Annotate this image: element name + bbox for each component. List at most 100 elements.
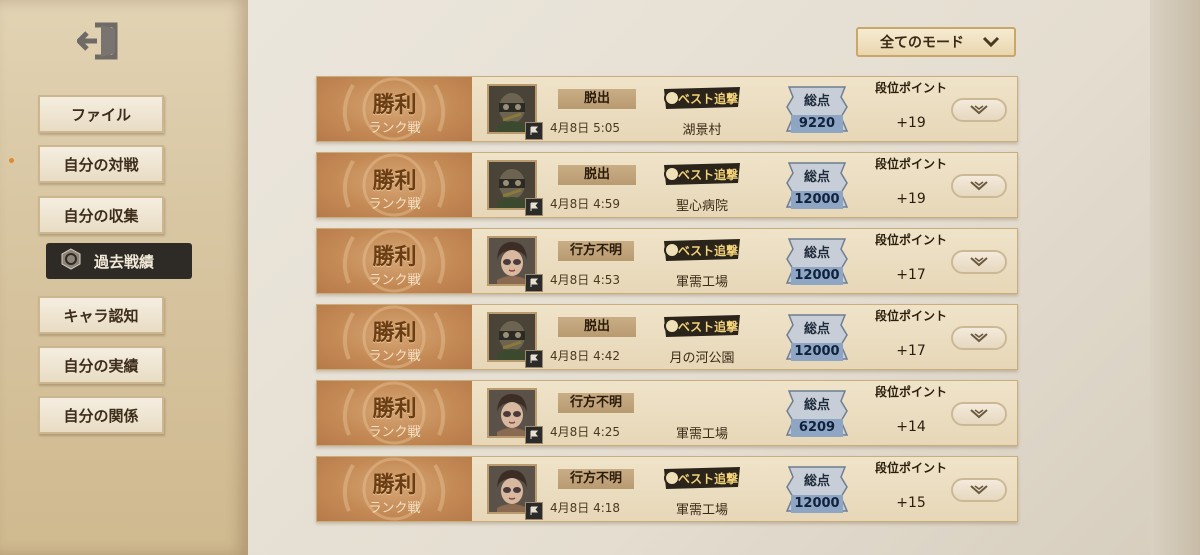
svg-text:ベスト追撃: ベスト追撃 xyxy=(678,319,738,334)
flag-icon xyxy=(525,274,543,292)
chevron-down-icon xyxy=(968,101,990,120)
score-value: 12000 xyxy=(791,495,843,513)
total-score-badge: 総点 12000 xyxy=(783,311,851,365)
total-score-badge: 総点 12000 xyxy=(783,463,851,517)
result-panel: 勝利 ランク戦 xyxy=(317,381,472,445)
nav-label: キャラ認知 xyxy=(63,306,139,325)
expand-row-button[interactable] xyxy=(951,98,1007,122)
chevron-down-icon xyxy=(968,481,990,500)
match-row[interactable]: 勝利 ランク戦 脱出 4月8日 4:42 ベスト追撃 月の河公園 総点 1200… xyxy=(316,304,1018,370)
score-label: 総点 xyxy=(803,94,830,109)
rank-points-value: +17 xyxy=(896,267,926,283)
result-label: 勝利 xyxy=(372,321,417,346)
nav-label: 自分の対戦 xyxy=(63,155,139,174)
match-row[interactable]: 勝利 ランク戦 脱出 4月8日 5:05 ベスト追撃 湖景村 総点 9220 段… xyxy=(316,76,1018,142)
sidebar: ファイル 自分の対戦 自分の収集 過去戦績 キャラ認知 自分の実績 自分の関係 xyxy=(0,0,248,555)
game-mode-label: ランク戦 xyxy=(368,349,421,364)
result-label: 勝利 xyxy=(372,169,417,194)
outcome-tag: 行方不明 xyxy=(558,241,635,261)
expand-row-button[interactable] xyxy=(951,478,1007,502)
mode-filter-label: 全てのモード xyxy=(880,35,964,51)
match-row[interactable]: 勝利 ランク戦 脱出 4月8日 4:59 ベスト追撃 聖心病院 総点 12000… xyxy=(316,152,1018,218)
chevron-down-icon xyxy=(968,177,990,196)
svg-text:ベスト追撃: ベスト追撃 xyxy=(678,91,738,106)
rank-points-value: +14 xyxy=(896,419,926,435)
nav-my-relationships[interactable]: 自分の関係 xyxy=(38,396,164,434)
best-badge: ベスト追撃 xyxy=(664,163,740,185)
outcome-tag: 脱出 xyxy=(558,89,636,109)
total-score-badge: 総点 12000 xyxy=(783,159,851,213)
paper-edge xyxy=(1150,0,1200,555)
mode-filter-dropdown[interactable]: 全てのモード xyxy=(856,27,1016,57)
game-mode-label: ランク戦 xyxy=(368,425,421,440)
rank-points-label: 段位ポイント xyxy=(874,233,947,247)
outcome-tag: 行方不明 xyxy=(558,469,635,489)
outcome-tag: 脱出 xyxy=(558,317,636,337)
best-badge: ベスト追撃 xyxy=(664,87,740,109)
result-panel: 勝利 ランク戦 xyxy=(317,77,472,141)
expand-row-button[interactable] xyxy=(951,402,1007,426)
chevron-down-icon xyxy=(982,36,1000,52)
nav-label: 自分の関係 xyxy=(63,406,139,425)
nav-label: ファイル xyxy=(70,105,131,124)
rank-points-label: 段位ポイント xyxy=(874,385,947,399)
nav-character-recognition[interactable]: キャラ認知 xyxy=(38,296,164,334)
result-label: 勝利 xyxy=(372,245,417,270)
score-value: 12000 xyxy=(791,267,843,285)
score-value: 12000 xyxy=(791,343,843,361)
current-indicator-dot xyxy=(9,158,14,163)
game-mode-label: ランク戦 xyxy=(368,273,421,288)
emblem-icon xyxy=(60,248,82,274)
match-time: 4月8日 4:53 xyxy=(550,273,621,287)
rank-points-value: +15 xyxy=(896,495,926,511)
nav-my-matches[interactable]: 自分の対戦 xyxy=(38,145,164,183)
svg-text:ベスト追撃: ベスト追撃 xyxy=(678,471,738,486)
score-value: 6209 xyxy=(791,419,843,437)
match-time: 4月8日 4:59 xyxy=(550,197,621,211)
exit-icon[interactable] xyxy=(74,18,124,64)
rank-points-label: 段位ポイント xyxy=(874,461,947,475)
nav-my-collection[interactable]: 自分の収集 xyxy=(38,196,164,234)
score-label: 総点 xyxy=(803,170,830,185)
score-label: 総点 xyxy=(803,398,830,413)
outcome-tag: 行方不明 xyxy=(558,393,635,413)
match-row[interactable]: 勝利 ランク戦 行方不明 4月8日 4:18 ベスト追撃 軍需工場 総点 120… xyxy=(316,456,1018,522)
nav-label: 過去戦績 xyxy=(94,252,155,271)
map-name: 月の河公園 xyxy=(669,351,735,366)
match-row[interactable]: 勝利 ランク戦 行方不明 4月8日 4:25 軍需工場 総点 6209 段位ポイ… xyxy=(316,380,1018,446)
map-name: 軍需工場 xyxy=(675,503,728,518)
nav-my-achievements[interactable]: 自分の実績 xyxy=(38,346,164,384)
rank-points-label: 段位ポイント xyxy=(874,157,947,171)
rank-points-value: +19 xyxy=(896,191,926,207)
nav-past-records[interactable]: 過去戦績 xyxy=(46,243,192,279)
flag-icon xyxy=(525,426,543,444)
match-time: 4月8日 5:05 xyxy=(550,121,621,135)
flag-icon xyxy=(525,350,543,368)
map-name: 軍需工場 xyxy=(675,275,728,290)
rank-points-label: 段位ポイント xyxy=(874,81,947,95)
total-score-badge: 総点 9220 xyxy=(783,83,851,137)
match-time: 4月8日 4:25 xyxy=(550,425,621,439)
score-label: 総点 xyxy=(803,322,830,337)
match-time: 4月8日 4:42 xyxy=(550,349,621,363)
nav-label: 自分の実績 xyxy=(63,356,139,375)
score-label: 総点 xyxy=(803,474,830,489)
best-badge: ベスト追撃 xyxy=(664,467,740,489)
svg-text:ベスト追撃: ベスト追撃 xyxy=(678,243,738,258)
game-mode-label: ランク戦 xyxy=(368,121,421,136)
expand-row-button[interactable] xyxy=(951,174,1007,198)
svg-text:ベスト追撃: ベスト追撃 xyxy=(678,167,738,182)
result-label: 勝利 xyxy=(372,473,417,498)
match-row[interactable]: 勝利 ランク戦 行方不明 4月8日 4:53 ベスト追撃 軍需工場 総点 120… xyxy=(316,228,1018,294)
expand-row-button[interactable] xyxy=(951,250,1007,274)
nav-file[interactable]: ファイル xyxy=(38,95,164,133)
result-label: 勝利 xyxy=(372,397,417,422)
rank-points-label: 段位ポイント xyxy=(874,309,947,323)
flag-icon xyxy=(525,122,543,140)
result-panel: 勝利 ランク戦 xyxy=(317,457,472,521)
total-score-badge: 総点 6209 xyxy=(783,387,851,441)
flag-icon xyxy=(525,502,543,520)
flag-icon xyxy=(525,198,543,216)
chevron-down-icon xyxy=(968,405,990,424)
expand-row-button[interactable] xyxy=(951,326,1007,350)
